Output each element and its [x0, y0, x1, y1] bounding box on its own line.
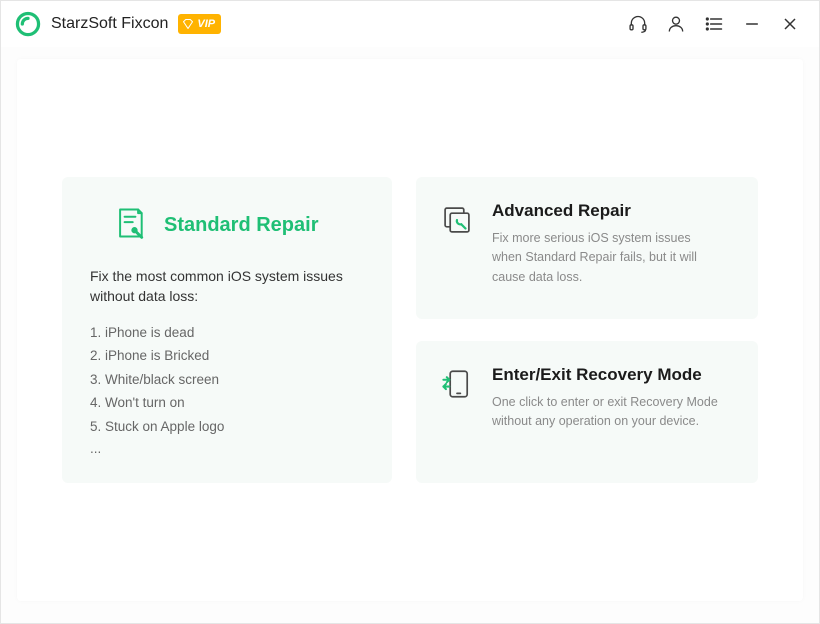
- title-icons: [627, 13, 801, 35]
- standard-repair-icon: [112, 205, 148, 246]
- menu-icon[interactable]: [703, 13, 725, 35]
- advanced-repair-card[interactable]: Advanced Repair Fix more serious iOS sys…: [416, 177, 758, 319]
- vip-diamond-icon: [182, 18, 194, 30]
- standard-repair-card[interactable]: Standard Repair Fix the most common iOS …: [62, 177, 392, 483]
- list-item: 4. Won't turn on: [90, 391, 364, 415]
- main-content: Standard Repair Fix the most common iOS …: [17, 59, 803, 601]
- support-icon[interactable]: [627, 13, 649, 35]
- advanced-repair-icon: [440, 203, 474, 242]
- vip-badge[interactable]: VIP: [178, 14, 221, 34]
- titlebar: StarzSoft Fixcon VIP: [1, 1, 819, 47]
- standard-repair-title: Standard Repair: [164, 214, 318, 237]
- list-item: 3. White/black screen: [90, 368, 364, 392]
- recovery-mode-icon: [440, 367, 474, 406]
- app-title: StarzSoft Fixcon: [51, 15, 168, 33]
- app-window: StarzSoft Fixcon VIP: [0, 0, 820, 624]
- list-item: 2. iPhone is Bricked: [90, 344, 364, 368]
- close-icon[interactable]: [779, 13, 801, 35]
- recovery-mode-card[interactable]: Enter/Exit Recovery Mode One click to en…: [416, 341, 758, 483]
- advanced-repair-desc: Fix more serious iOS system issues when …: [492, 229, 722, 287]
- advanced-repair-title: Advanced Repair: [492, 201, 734, 221]
- recovery-mode-title: Enter/Exit Recovery Mode: [492, 365, 734, 385]
- recovery-mode-desc: One click to enter or exit Recovery Mode…: [492, 393, 722, 432]
- brand-logo-icon: [15, 11, 41, 37]
- minimize-icon[interactable]: [741, 13, 763, 35]
- list-item: 5. Stuck on Apple logo: [90, 415, 364, 439]
- standard-repair-subtitle: Fix the most common iOS system issues wi…: [90, 266, 364, 307]
- list-item: 1. iPhone is dead: [90, 321, 364, 345]
- vip-label: VIP: [197, 18, 215, 30]
- standard-repair-list: 1. iPhone is dead 2. iPhone is Bricked 3…: [90, 321, 364, 439]
- list-ellipsis: ...: [90, 441, 364, 456]
- account-icon[interactable]: [665, 13, 687, 35]
